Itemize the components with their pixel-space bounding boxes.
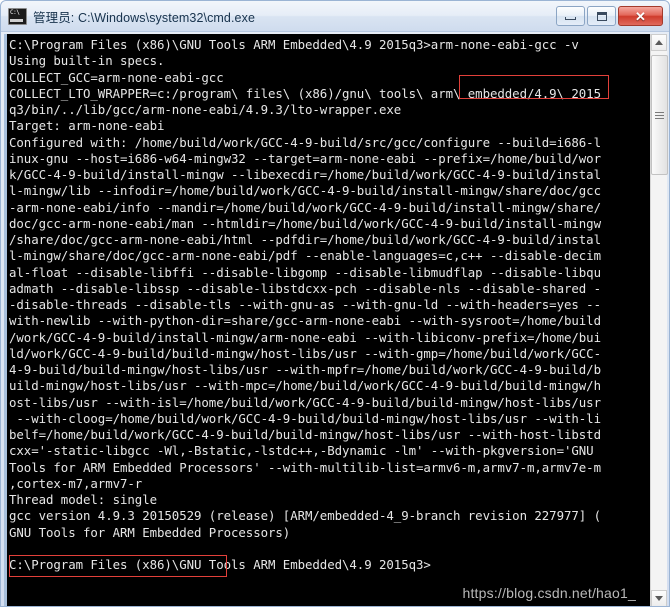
vertical-scrollbar[interactable] (650, 34, 668, 606)
window-controls: ✕ (556, 6, 665, 26)
console-text: C:\Program Files (x86)\GNU Tools ARM Emb… (9, 37, 601, 572)
close-button[interactable]: ✕ (618, 6, 663, 26)
minimize-button[interactable] (556, 6, 585, 26)
scroll-down-button[interactable] (651, 590, 667, 606)
watermark: https://blog.csdn.net/hao1_ (462, 585, 636, 601)
scrollbar-thumb[interactable] (651, 55, 668, 175)
maximize-icon (596, 11, 607, 21)
scrollbar-grip-icon (655, 111, 664, 119)
scrollbar-track[interactable] (651, 51, 668, 590)
minimize-icon (565, 17, 576, 20)
title-bar[interactable]: 管理员: C:\Windows\system32\cmd.exe ✕ (1, 1, 669, 32)
cmd-console-icon (8, 7, 27, 25)
close-icon: ✕ (635, 8, 646, 24)
scroll-up-arrow-icon (655, 40, 663, 45)
maximize-button[interactable] (587, 6, 616, 26)
window-title: 管理员: C:\Windows\system32\cmd.exe (33, 10, 256, 25)
console-output-pane[interactable]: C:\Program Files (x86)\GNU Tools ARM Emb… (4, 34, 650, 606)
console-area: C:\Program Files (x86)\GNU Tools ARM Emb… (4, 34, 668, 606)
scroll-down-arrow-icon (655, 596, 663, 601)
cmd-window: 管理员: C:\Windows\system32\cmd.exe ✕ C:\Pr… (0, 0, 670, 607)
scroll-up-button[interactable] (651, 34, 667, 51)
